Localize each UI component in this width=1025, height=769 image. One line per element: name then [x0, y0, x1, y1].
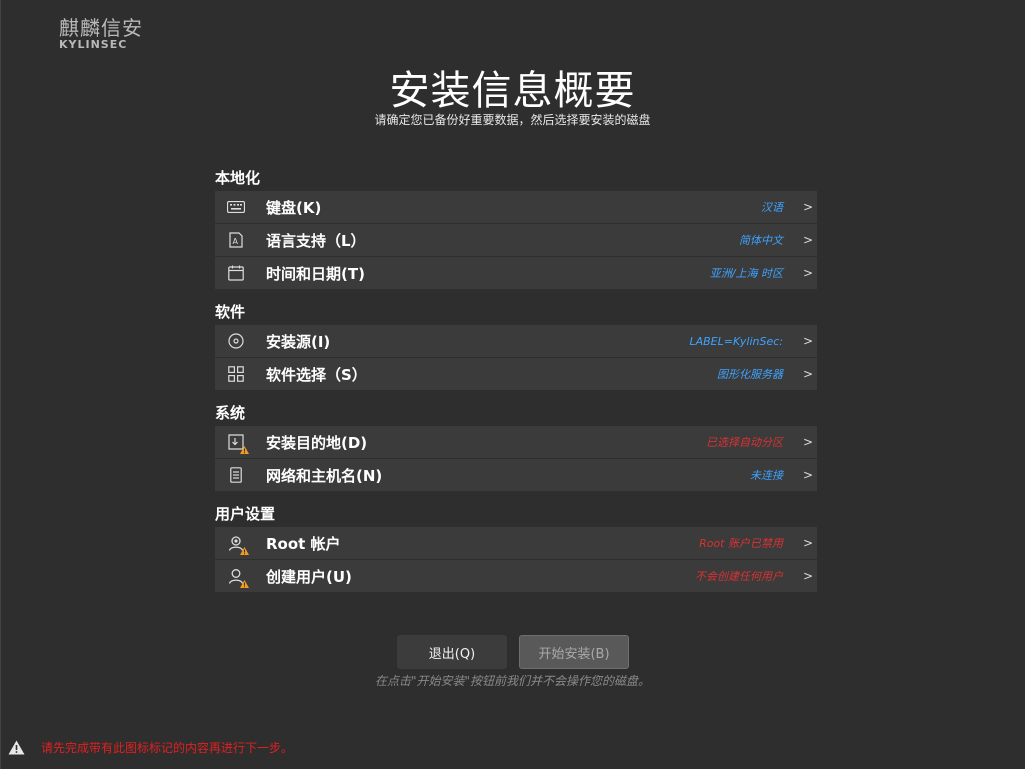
chevron-right-icon: > [802, 266, 813, 280]
page-title: 安装信息概要 [389, 68, 636, 114]
spoke-install-destination-status: 已选择自动分区 [706, 436, 783, 449]
quit-button[interactable]: 退出(Q) [397, 635, 507, 669]
spoke-network-label: 网络和主机名(N) [266, 466, 383, 485]
section-localization: 本地化 键盘(K) 汉语 > A 语言支持（L） 简体中文 > 时间和日期(T)… [215, 165, 817, 290]
spoke-keyboard-status: 汉语 [761, 201, 783, 214]
calendar-icon [225, 262, 247, 284]
footer-warning-text: 请先完成带有此图标标记的内容再进行下一步。 [41, 741, 294, 755]
chevron-right-icon: > [802, 334, 813, 348]
section-user-settings: 用户设置 Root 帐户 Root 账户已禁用 > 创建用户(U) 不会创建任何… [215, 501, 817, 593]
spoke-keyboard[interactable]: 键盘(K) 汉语 > [215, 191, 817, 224]
spoke-create-user[interactable]: 创建用户(U) 不会创建任何用户 > [215, 560, 817, 593]
install-hint: 在点击"开始安装"按钮前我们并不会操作您的磁盘。 [374, 674, 651, 688]
spoke-install-destination[interactable]: 安装目的地(D) 已选择自动分区 > [215, 426, 817, 459]
svg-text:A: A [233, 237, 239, 246]
warning-badge-icon [240, 547, 249, 555]
footer-warning-bar: 请先完成带有此图标标记的内容再进行下一步。 [8, 739, 293, 756]
chevron-right-icon: > [802, 435, 813, 449]
page-subtitle: 请确定您已备份好重要数据，然后选择要安装的磁盘 [374, 113, 651, 127]
spoke-language[interactable]: A 语言支持（L） 简体中文 > [215, 224, 817, 257]
warning-badge-icon [240, 580, 249, 588]
begin-install-button[interactable]: 开始安装(B) [519, 635, 629, 669]
disc-icon [225, 330, 247, 352]
chevron-right-icon: > [802, 233, 813, 247]
section-software: 软件 安装源(I) LABEL=KylinSec: > 软件选择（S） 图形化服… [215, 299, 817, 391]
spoke-datetime-label: 时间和日期(T) [266, 264, 365, 283]
spoke-install-source-status: LABEL=KylinSec: [689, 334, 783, 348]
spoke-datetime[interactable]: 时间和日期(T) 亚洲/上海 时区 > [215, 257, 817, 290]
root-user-warning-icon [225, 532, 249, 555]
keyboard-icon [225, 196, 247, 218]
network-icon [225, 464, 247, 486]
section-title-software: 软件 [215, 303, 246, 321]
brand-name-cn: 麒麟信安 [59, 16, 143, 40]
spoke-install-source[interactable]: 安装源(I) LABEL=KylinSec: > [215, 325, 817, 358]
chevron-right-icon: > [802, 200, 813, 214]
brand-logo: 麒麟信安 KYLINSEC [59, 17, 143, 51]
chevron-right-icon: > [802, 536, 813, 550]
section-system: 系统 安装目的地(D) 已选择自动分区 > 网络和主机名(N) 未连接 > [215, 400, 817, 492]
spoke-datetime-status: 亚洲/上海 时区 [709, 267, 783, 280]
spoke-language-status: 简体中文 [739, 234, 783, 247]
spoke-network-status: 未连接 [750, 469, 783, 482]
spoke-software-selection-label: 软件选择（S） [266, 365, 367, 384]
spoke-install-source-label: 安装源(I) [266, 332, 331, 351]
warning-badge-icon [240, 446, 249, 454]
section-title-localization: 本地化 [215, 169, 261, 187]
brand-name-en: KYLINSEC [59, 38, 128, 51]
spoke-root-account[interactable]: Root 帐户 Root 账户已禁用 > [215, 527, 817, 560]
disk-warning-icon [225, 431, 249, 454]
grid-icon [225, 363, 247, 385]
spoke-network[interactable]: 网络和主机名(N) 未连接 > [215, 459, 817, 492]
language-icon: A [225, 229, 247, 251]
section-title-user-settings: 用户设置 [215, 505, 276, 523]
chevron-right-icon: > [802, 569, 813, 583]
spoke-install-destination-label: 安装目的地(D) [266, 433, 368, 452]
spoke-software-selection[interactable]: 软件选择（S） 图形化服务器 > [215, 358, 817, 391]
chevron-right-icon: > [802, 367, 813, 381]
user-warning-icon [225, 565, 249, 588]
spoke-create-user-label: 创建用户(U) [266, 567, 352, 586]
spoke-software-selection-status: 图形化服务器 [717, 368, 783, 381]
spoke-create-user-status: 不会创建任何用户 [695, 570, 783, 583]
spoke-language-label: 语言支持（L） [266, 231, 366, 250]
spoke-root-account-status: Root 账户已禁用 [699, 537, 783, 550]
section-title-system: 系统 [215, 404, 246, 422]
warning-icon [8, 740, 25, 755]
chevron-right-icon: > [802, 468, 813, 482]
spoke-root-account-label: Root 帐户 [266, 534, 341, 553]
summary-panel: 本地化 键盘(K) 汉语 > A 语言支持（L） 简体中文 > 时间和日期(T)… [215, 165, 817, 602]
spoke-keyboard-label: 键盘(K) [266, 198, 322, 217]
